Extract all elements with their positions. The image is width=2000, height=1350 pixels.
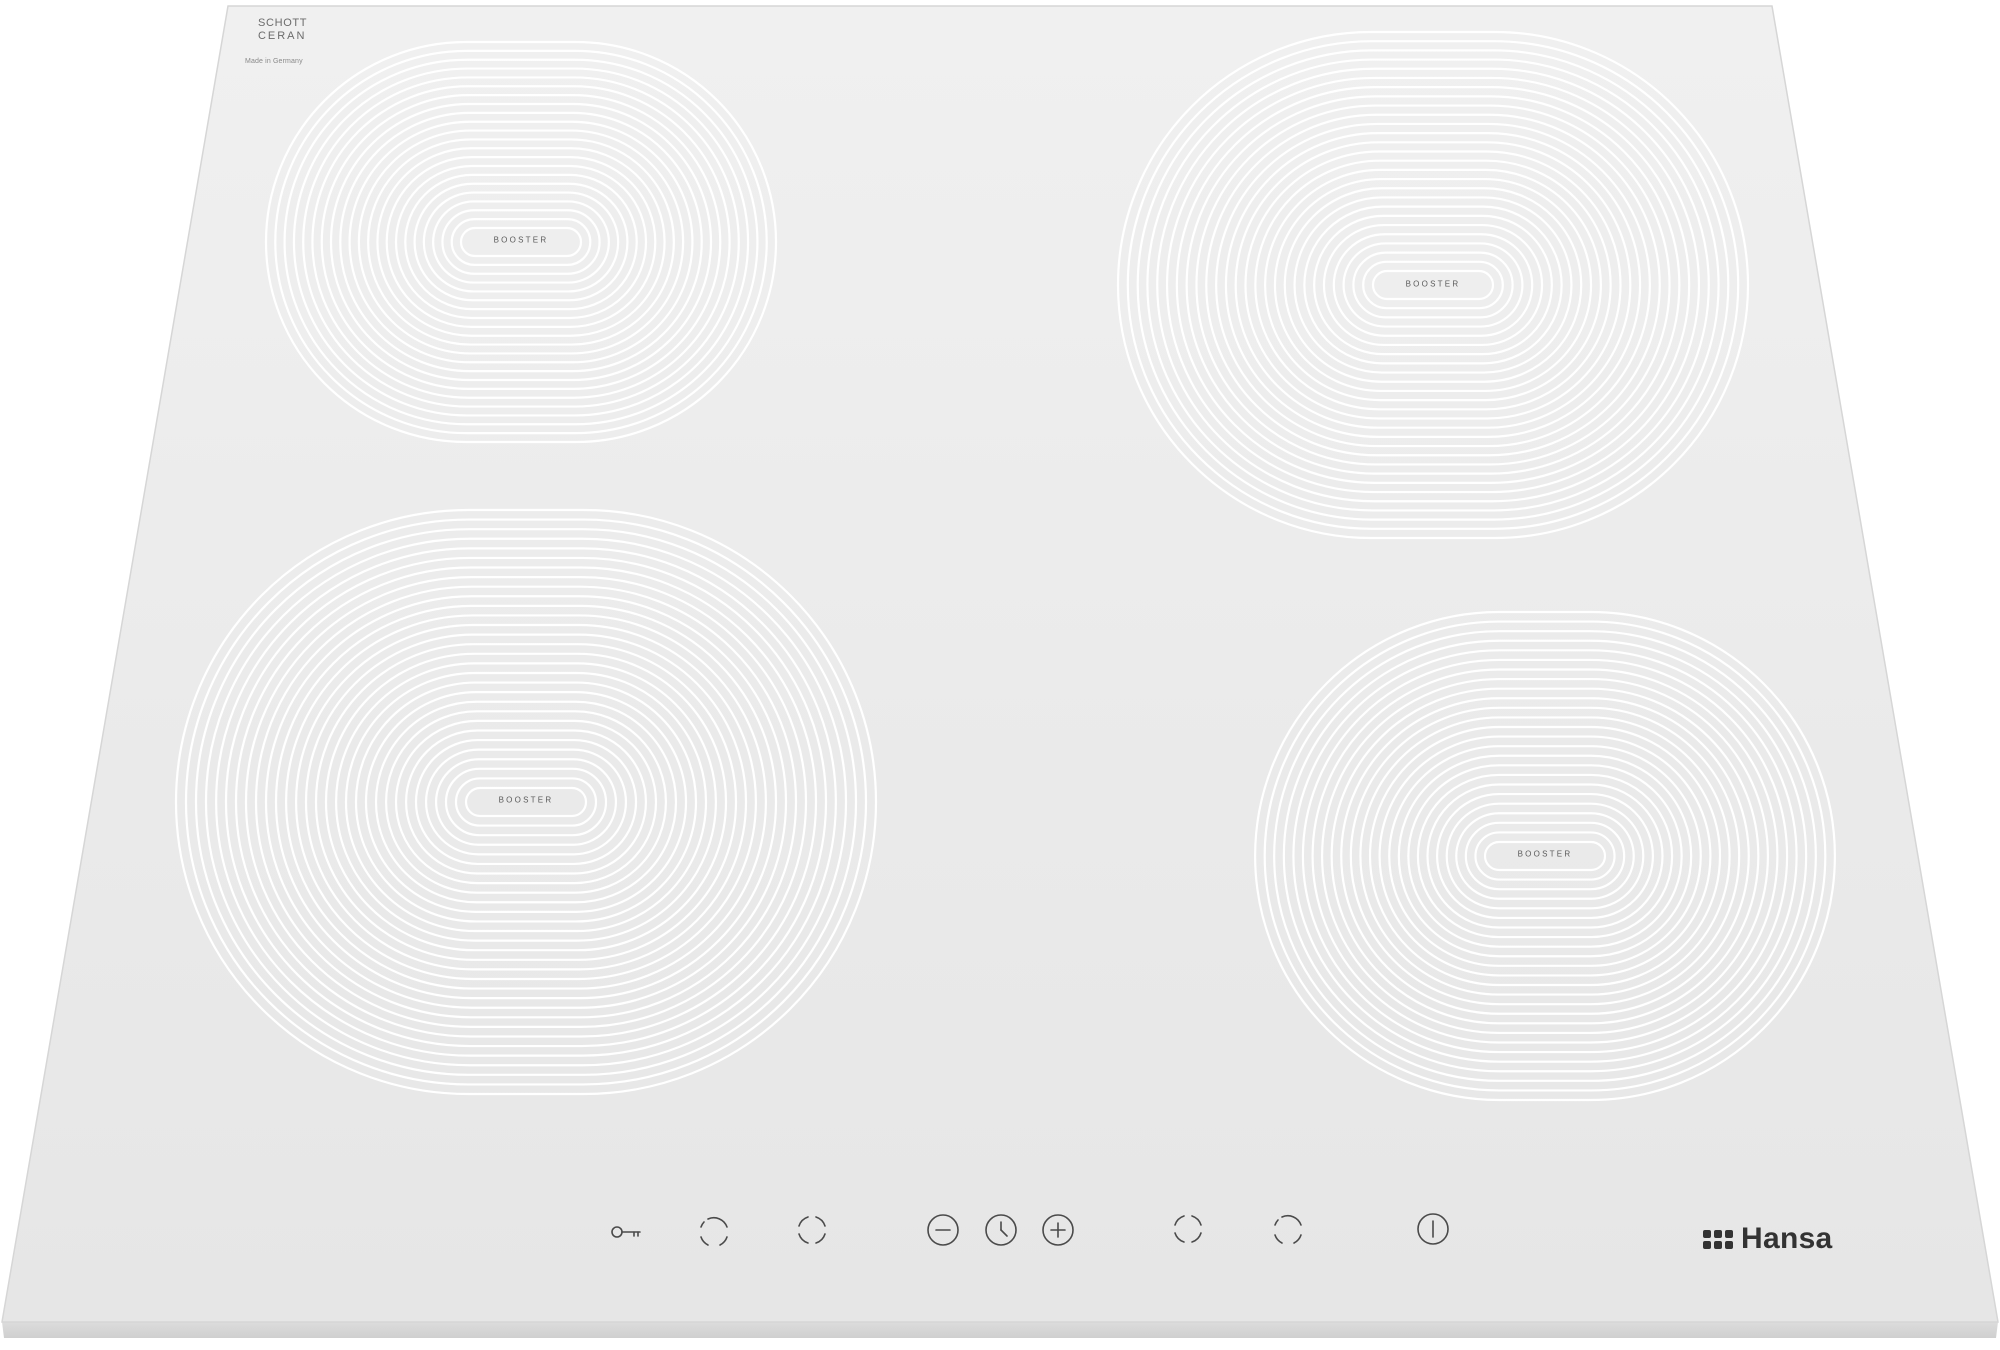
logo-text: Hansa [1741, 1222, 1833, 1255]
origin-text: Made in Germany [245, 58, 303, 65]
brand-logo: Hansa [1703, 1224, 1833, 1254]
cooktop-glass-panel [1, 5, 1999, 1338]
cooktop-scene: SCHOTT CERAN Made in Germany BOOSTER BOO… [0, 0, 2000, 1350]
glass-edge [2, 1322, 1998, 1338]
glass-brand-name: SCHOTT [258, 17, 308, 29]
glass-surface [1, 5, 1999, 1323]
booster-label-rear-right: BOOSTER [1405, 279, 1461, 289]
booster-label-front-left: BOOSTER [498, 795, 554, 805]
logo-mark-icon [1703, 1229, 1733, 1249]
booster-label-front-right: BOOSTER [1517, 849, 1573, 859]
glass-brand-subname: CERAN [258, 30, 307, 42]
booster-label-rear-left: BOOSTER [493, 235, 549, 245]
